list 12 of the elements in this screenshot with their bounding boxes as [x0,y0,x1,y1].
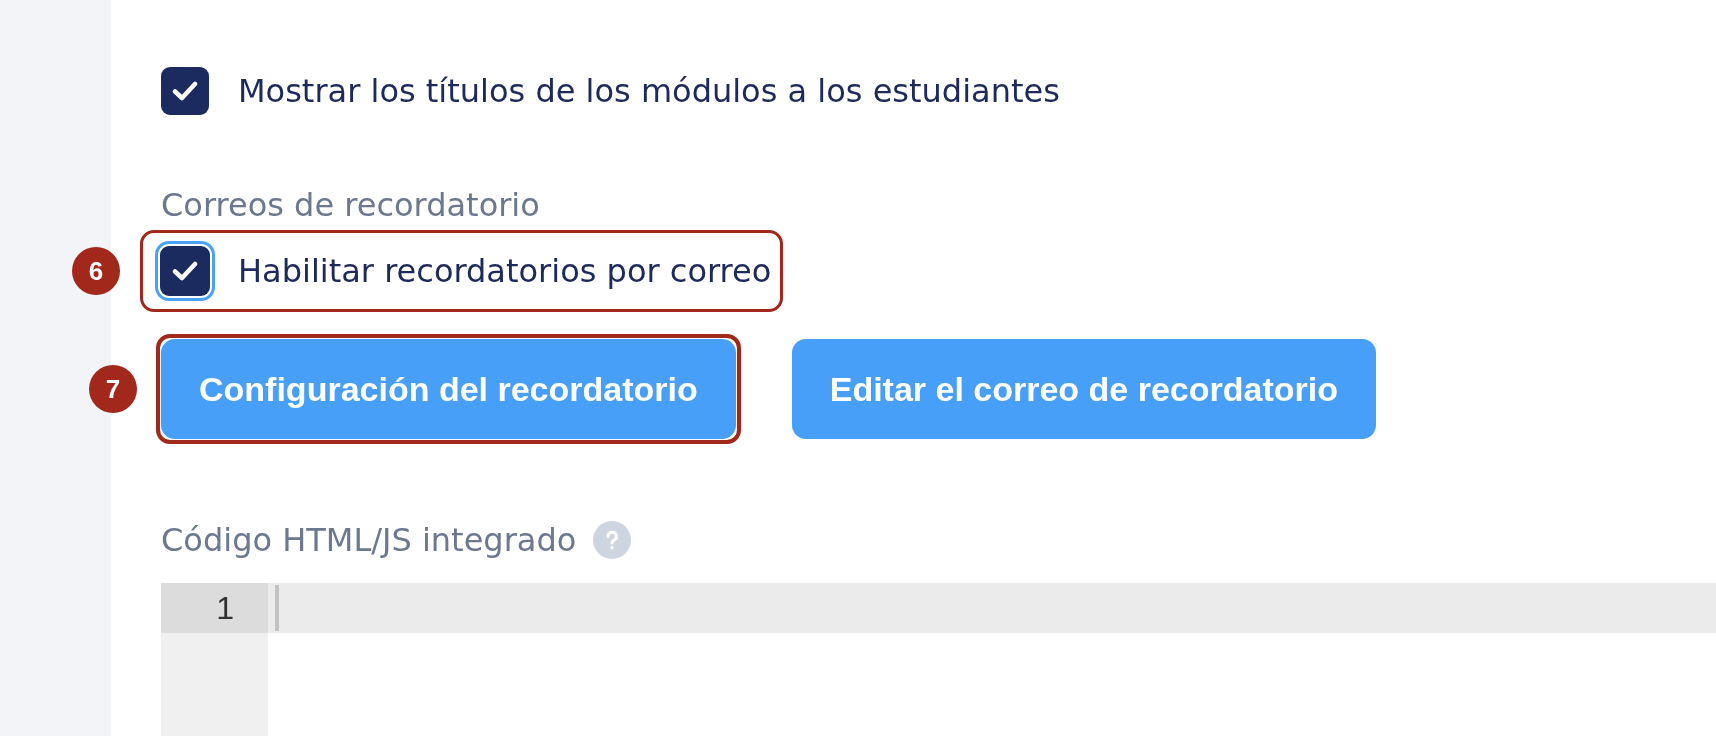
code-editor[interactable]: 1 [161,583,1716,736]
checkbox-label[interactable]: Mostrar los títulos de los módulos a los estudiantes [238,71,1060,111]
section-heading: Correos de recordatorio [161,187,540,223]
field-label: Código HTML/JS integrado [161,522,577,558]
text-cursor [275,585,279,631]
checkmark-icon [172,81,198,101]
step-badge: 7 [89,365,137,413]
checkbox-label[interactable]: Habilitar recordatorios por correo [238,251,772,291]
checkbox[interactable] [161,67,209,115]
checkbox[interactable] [155,241,215,301]
line-number: 1 [161,583,268,633]
checkmark-icon [172,261,198,281]
